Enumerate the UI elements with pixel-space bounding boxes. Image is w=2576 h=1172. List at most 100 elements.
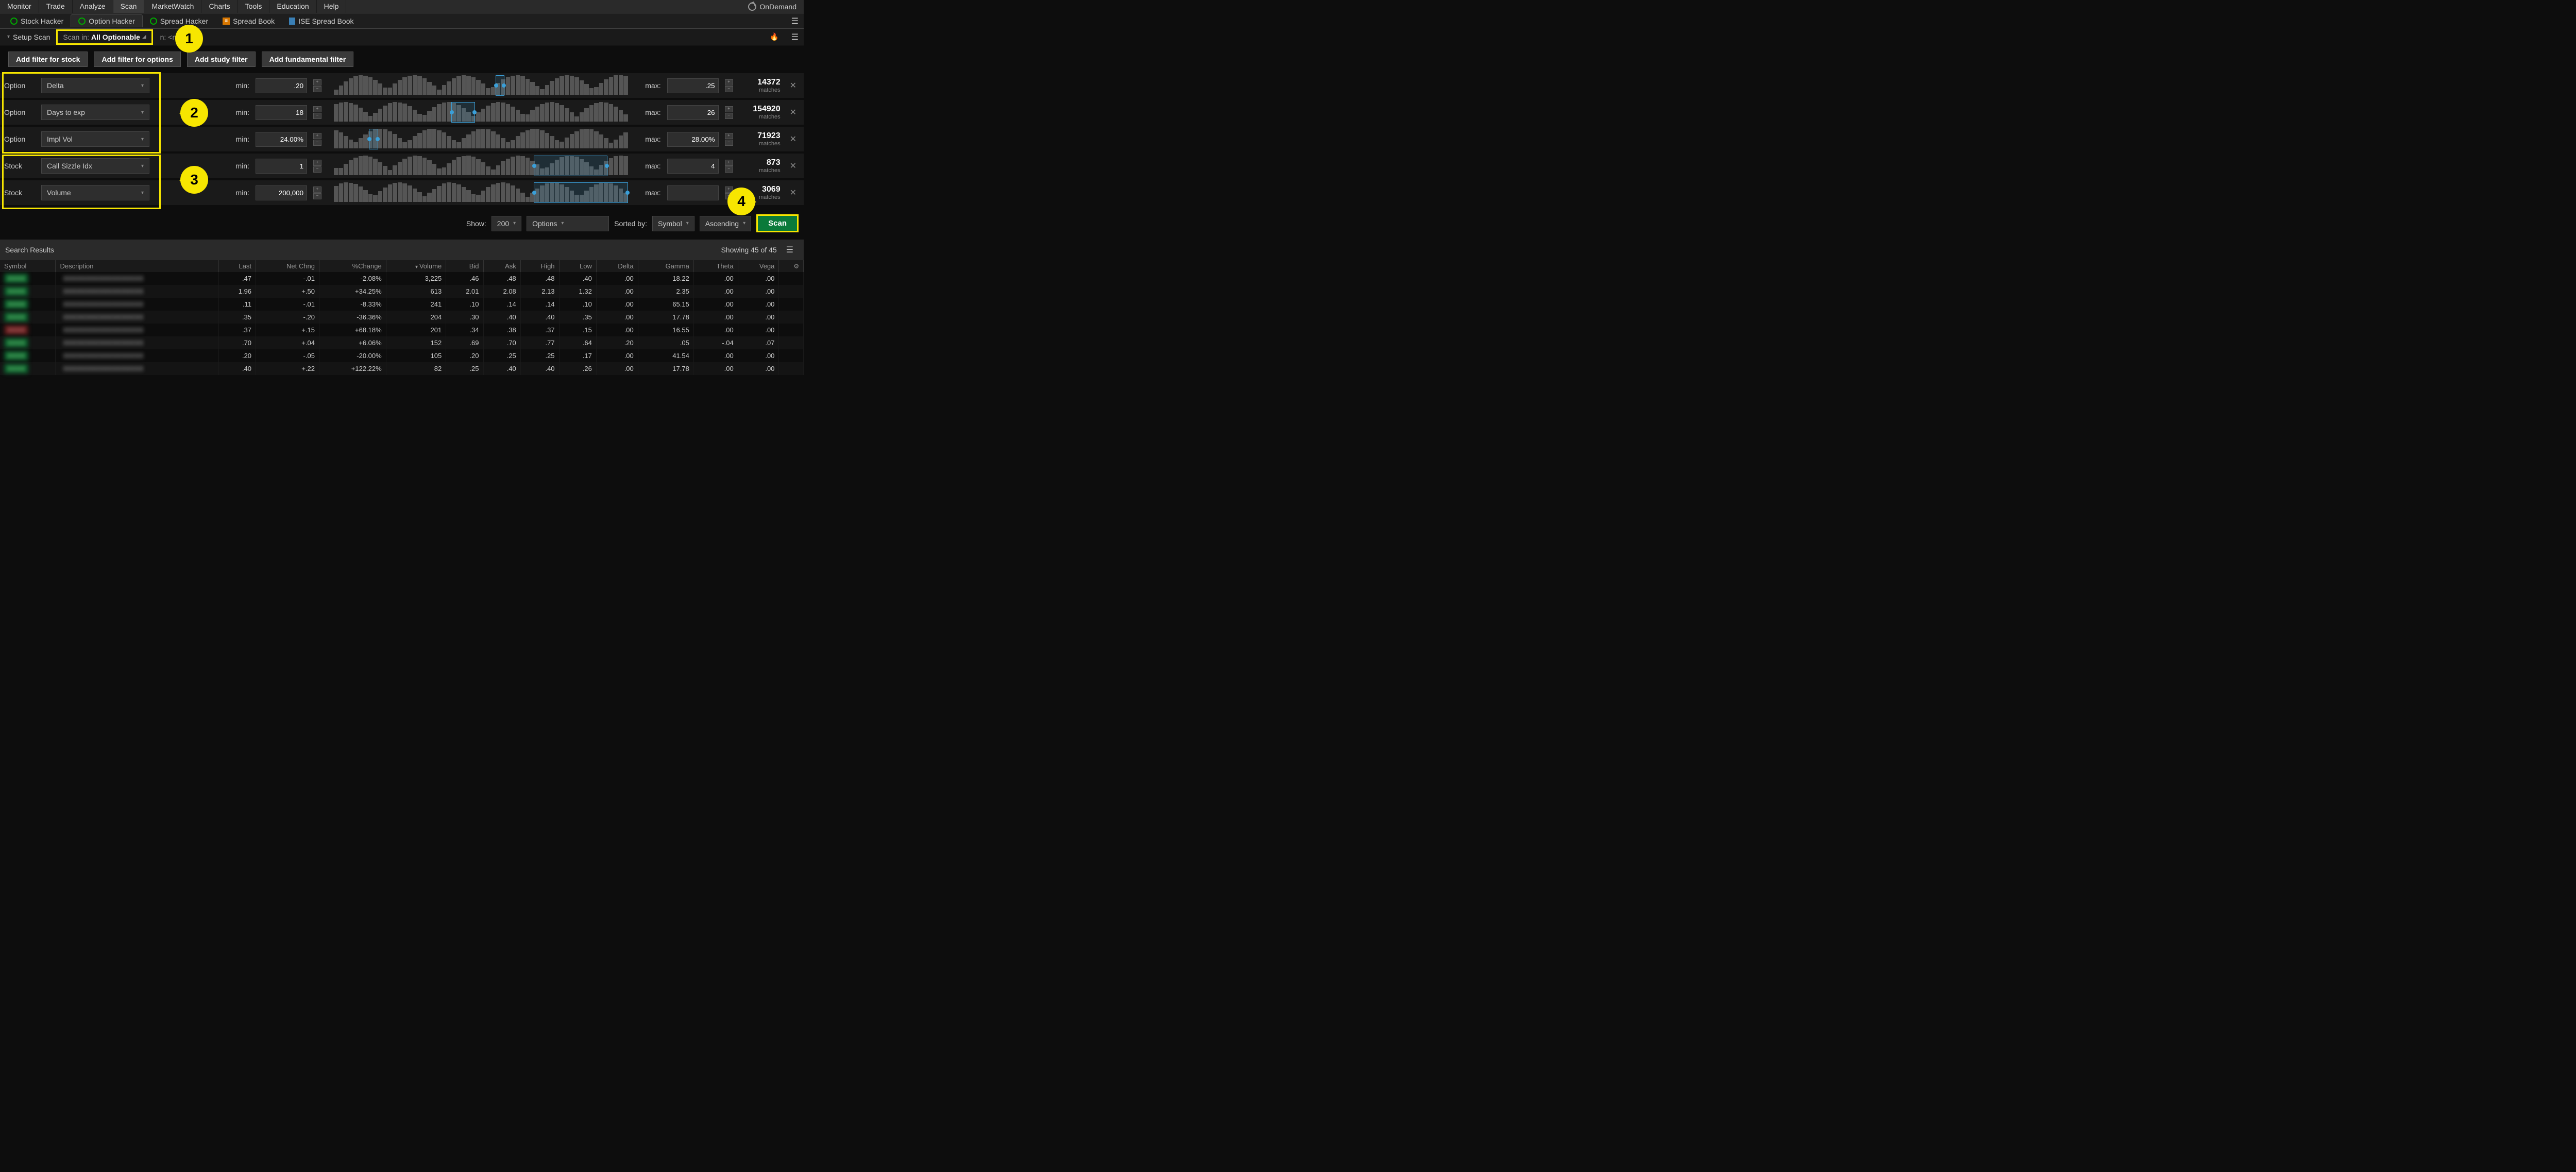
- column-header[interactable]: Vega: [738, 260, 779, 272]
- slider-handle-left[interactable]: [532, 191, 536, 195]
- filter-histogram[interactable]: [334, 183, 628, 202]
- step-down-icon[interactable]: −: [313, 166, 321, 173]
- column-header[interactable]: Description: [56, 260, 218, 272]
- sort-column-select[interactable]: Symbol▾: [652, 216, 694, 231]
- slider-handle-left[interactable]: [532, 164, 536, 168]
- remove-filter-button[interactable]: ✕: [787, 161, 800, 171]
- step-up-icon[interactable]: +: [725, 79, 733, 86]
- column-header[interactable]: Delta: [596, 260, 638, 272]
- max-stepper[interactable]: + −: [725, 79, 733, 92]
- step-up-icon[interactable]: +: [313, 186, 321, 193]
- tab-stock-hacker[interactable]: Stock Hacker: [3, 15, 71, 27]
- add-fundamental-filter-button[interactable]: Add fundamental filter: [262, 52, 354, 67]
- step-down-icon[interactable]: −: [725, 113, 733, 119]
- menu-charts[interactable]: Charts: [201, 0, 238, 13]
- table-row[interactable]: XXXX XXXXXXXXXXXXXXXXXX .40 +.22 +122.22…: [0, 362, 804, 375]
- table-row[interactable]: XXXX XXXXXXXXXXXXXXXXXX .70 +.04 +6.06% …: [0, 336, 804, 349]
- sizzle-icon[interactable]: 🔥: [765, 30, 784, 43]
- tab-spread-book[interactable]: ≡ Spread Book: [215, 15, 282, 27]
- column-header[interactable]: Low: [559, 260, 596, 272]
- step-down-icon[interactable]: −: [313, 193, 321, 199]
- step-down-icon[interactable]: −: [725, 86, 733, 92]
- column-header[interactable]: Ask: [483, 260, 520, 272]
- step-down-icon[interactable]: −: [725, 140, 733, 146]
- max-stepper[interactable]: + −: [725, 160, 733, 173]
- slider-handle-right[interactable]: [605, 164, 609, 168]
- step-down-icon[interactable]: −: [313, 86, 321, 92]
- column-settings[interactable]: ⚙: [779, 260, 804, 272]
- show-count-select[interactable]: 200▾: [492, 216, 521, 231]
- min-stepper[interactable]: + −: [313, 160, 321, 173]
- remove-filter-button[interactable]: ✕: [787, 134, 800, 144]
- step-up-icon[interactable]: +: [313, 160, 321, 166]
- column-header[interactable]: Theta: [693, 260, 738, 272]
- filter-histogram[interactable]: [334, 157, 628, 175]
- min-input[interactable]: [256, 78, 307, 93]
- table-row[interactable]: XXXX XXXXXXXXXXXXXXXXXX .47 -.01 -2.08% …: [0, 272, 804, 285]
- filter-attribute-select[interactable]: Impl Vol ▾: [41, 131, 149, 147]
- menu-help[interactable]: Help: [317, 0, 347, 13]
- slider-handle-left[interactable]: [494, 83, 498, 88]
- column-header[interactable]: Symbol: [0, 260, 56, 272]
- menu-marketwatch[interactable]: MarketWatch: [144, 0, 201, 13]
- max-stepper[interactable]: + −: [725, 106, 733, 119]
- slider-handle-right[interactable]: [625, 191, 630, 195]
- min-input[interactable]: [256, 105, 307, 120]
- max-input[interactable]: [667, 78, 719, 93]
- menu-education[interactable]: Education: [269, 0, 316, 13]
- menu-icon[interactable]: ☰: [786, 30, 804, 44]
- step-down-icon[interactable]: −: [313, 113, 321, 119]
- step-down-icon[interactable]: −: [313, 140, 321, 146]
- remove-filter-button[interactable]: ✕: [787, 80, 800, 91]
- add-study-filter-button[interactable]: Add study filter: [187, 52, 256, 67]
- slider-handle-right[interactable]: [502, 83, 506, 88]
- step-up-icon[interactable]: +: [725, 160, 733, 166]
- column-header[interactable]: %Change: [319, 260, 386, 272]
- tab-spread-hacker[interactable]: Spread Hacker: [143, 15, 215, 27]
- column-header[interactable]: Volume: [386, 260, 446, 272]
- table-row[interactable]: XXXX XXXXXXXXXXXXXXXXXX 1.96 +.50 +34.25…: [0, 285, 804, 298]
- add-filter-options-button[interactable]: Add filter for options: [94, 52, 180, 67]
- table-row[interactable]: XXXX XXXXXXXXXXXXXXXXXX .20 -.05 -20.00%…: [0, 349, 804, 362]
- filter-attribute-select[interactable]: Volume ▾: [41, 185, 149, 200]
- filter-histogram[interactable]: [334, 130, 628, 148]
- min-input[interactable]: [256, 132, 307, 147]
- table-row[interactable]: XXXX XXXXXXXXXXXXXXXXXX .11 -.01 -8.33% …: [0, 298, 804, 311]
- max-input[interactable]: [667, 159, 719, 174]
- step-up-icon[interactable]: +: [725, 133, 733, 139]
- slider-handle-left[interactable]: [367, 137, 371, 141]
- max-stepper[interactable]: + −: [725, 133, 733, 146]
- setup-scan-toggle[interactable]: ▾ Setup Scan: [3, 31, 54, 43]
- step-up-icon[interactable]: +: [725, 106, 733, 112]
- add-filter-stock-button[interactable]: Add filter for stock: [8, 52, 88, 67]
- menu-monitor[interactable]: Monitor: [0, 0, 39, 13]
- max-input[interactable]: [667, 105, 719, 120]
- filter-attribute-select[interactable]: Days to exp ▾: [41, 105, 149, 120]
- slider-handle-right[interactable]: [472, 110, 477, 114]
- table-row[interactable]: XXXX XXXXXXXXXXXXXXXXXX .37 +.15 +68.18%…: [0, 324, 804, 336]
- filter-attribute-select[interactable]: Call Sizzle Idx ▾: [41, 158, 149, 174]
- filter-histogram[interactable]: [334, 103, 628, 122]
- scan-button[interactable]: Scan: [756, 214, 799, 232]
- menu-icon[interactable]: ☰: [781, 243, 799, 257]
- remove-filter-button[interactable]: ✕: [787, 107, 800, 117]
- column-header[interactable]: Bid: [446, 260, 483, 272]
- filter-histogram[interactable]: [334, 76, 628, 95]
- menu-trade[interactable]: Trade: [39, 0, 73, 13]
- min-input[interactable]: [256, 159, 307, 174]
- tab-option-hacker[interactable]: Option Hacker: [71, 14, 142, 27]
- sort-direction-select[interactable]: Ascending▾: [700, 216, 751, 231]
- min-stepper[interactable]: + −: [313, 79, 321, 92]
- max-input[interactable]: [667, 185, 719, 200]
- min-input[interactable]: [256, 185, 307, 200]
- show-type-select[interactable]: Options▾: [527, 216, 609, 231]
- menu-icon[interactable]: ☰: [786, 14, 804, 28]
- menu-analyze[interactable]: Analyze: [73, 0, 113, 13]
- column-header[interactable]: Net Chng: [256, 260, 319, 272]
- menu-tools[interactable]: Tools: [238, 0, 270, 13]
- min-stepper[interactable]: + −: [313, 133, 321, 146]
- menu-scan[interactable]: Scan: [113, 0, 145, 13]
- column-header[interactable]: High: [520, 260, 559, 272]
- step-up-icon[interactable]: +: [313, 106, 321, 112]
- tab-ise-spread-book[interactable]: ISE Spread Book: [282, 15, 361, 27]
